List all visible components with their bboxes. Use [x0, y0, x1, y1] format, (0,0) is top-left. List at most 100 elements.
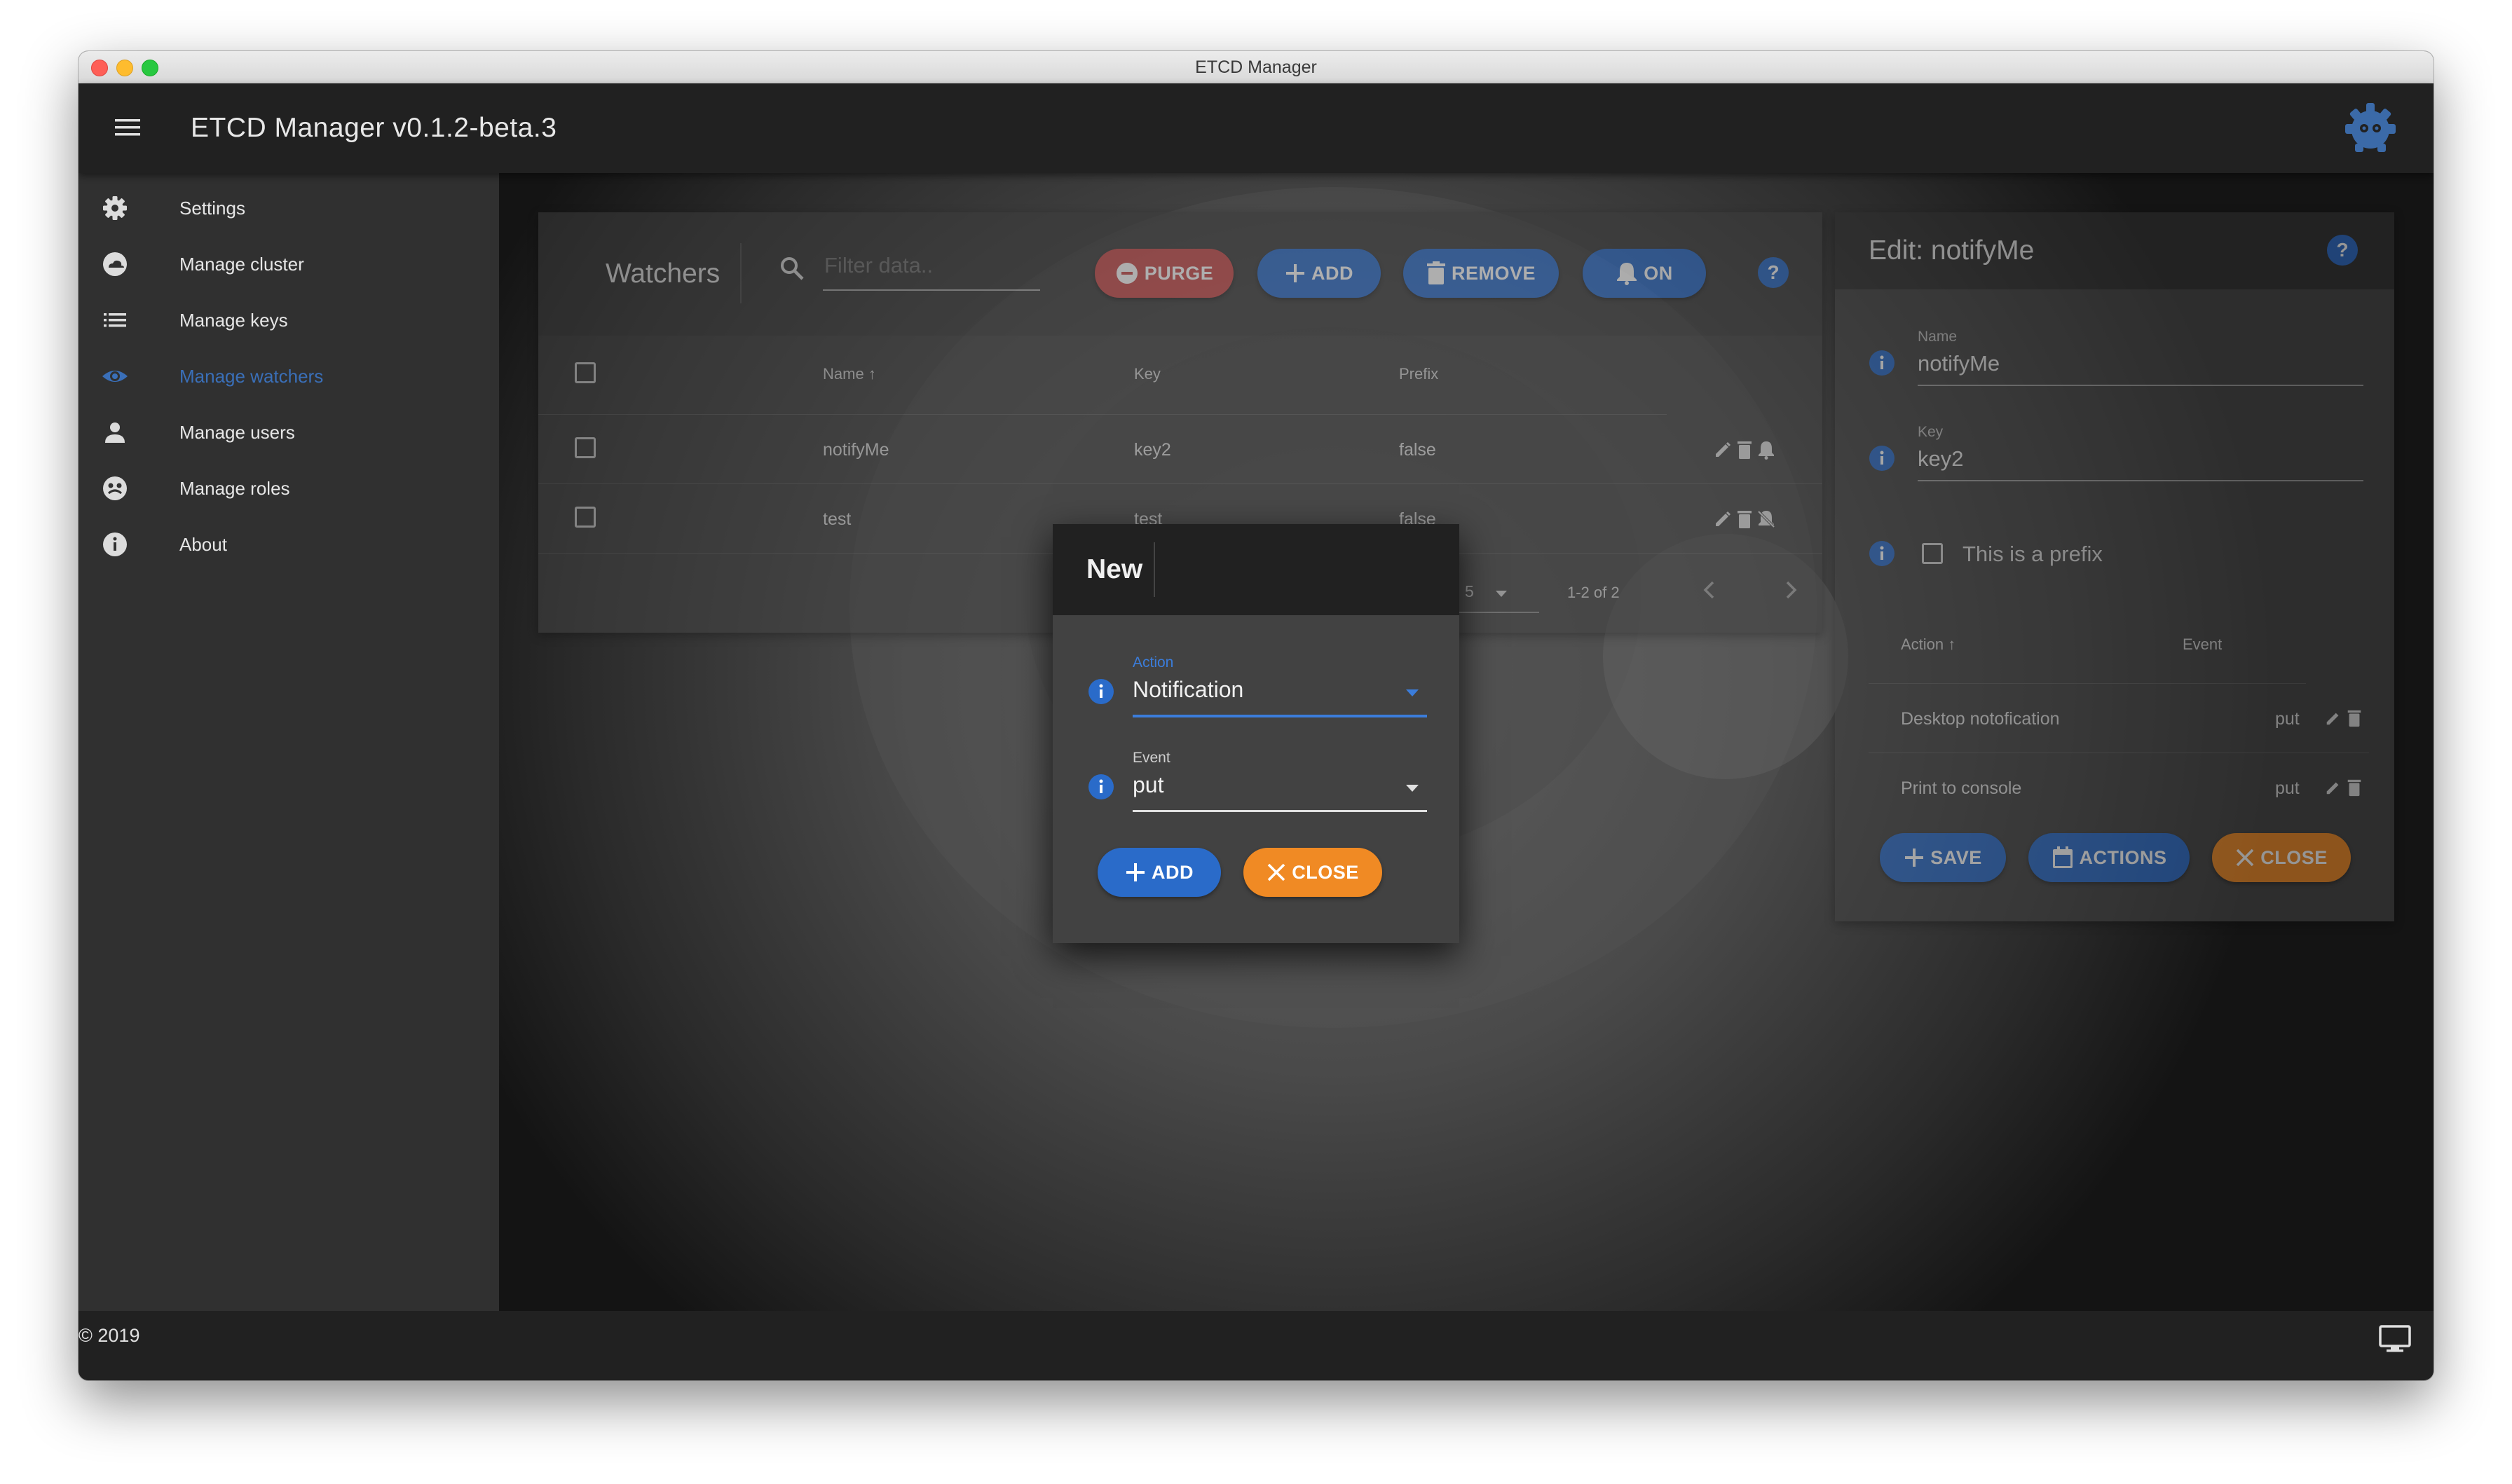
previous-page-icon[interactable]	[1698, 578, 1721, 602]
column-header-name[interactable]: Name ↑	[823, 365, 876, 383]
event-label: Event	[1133, 750, 1170, 766]
purge-button[interactable]: PURGE	[1095, 249, 1234, 298]
bell-icon[interactable]	[1756, 440, 1776, 460]
action-select-value: Notification	[1133, 677, 1244, 702]
name-label: Name	[1918, 329, 1958, 345]
minus-circle-icon	[1116, 263, 1138, 284]
save-label: SAVE	[1930, 846, 1982, 868]
row-checkbox[interactable]	[575, 437, 596, 458]
edit-pencil-icon[interactable]	[1713, 509, 1733, 529]
row-action: Print to console	[1901, 778, 2022, 798]
dialog-close-button[interactable]: CLOSE	[1243, 848, 1382, 897]
new-action-dialog: New Action Notification Event put ADD CL…	[1053, 524, 1459, 943]
table-row[interactable]: Desktop notofication put	[1869, 684, 2369, 753]
actions-label: ACTIONS	[2079, 846, 2167, 868]
prefix-checkbox[interactable]	[1922, 543, 1943, 564]
person-icon	[101, 418, 129, 446]
select-all-checkbox[interactable]	[575, 362, 596, 383]
delete-trash-icon[interactable]	[1737, 509, 1752, 529]
sidebar-item-settings[interactable]: Settings	[78, 180, 499, 236]
sidebar-item-about[interactable]: About	[78, 516, 499, 572]
trash-icon	[1426, 261, 1445, 284]
row-action: Desktop notofication	[1901, 709, 2060, 729]
sidebar-item-manage-roles[interactable]: Manage roles	[78, 460, 499, 516]
column-header-key[interactable]: Key	[1134, 365, 1161, 383]
add-label: ADD	[1311, 262, 1353, 284]
filter-input[interactable]	[823, 249, 1036, 282]
bell-off-icon[interactable]	[1756, 509, 1776, 529]
row-checkbox[interactable]	[575, 507, 596, 528]
column-header-action[interactable]: Action ↑	[1901, 635, 1955, 654]
column-header-prefix[interactable]: Prefix	[1399, 365, 1438, 383]
edit-pencil-icon[interactable]	[2324, 709, 2342, 727]
help-icon[interactable]: ?	[1756, 256, 1790, 289]
cloud-icon	[101, 250, 129, 278]
action-label: Action	[1133, 654, 1174, 671]
sidebar-item-manage-cluster[interactable]: Manage cluster	[78, 236, 499, 292]
help-icon[interactable]: ?	[2326, 233, 2359, 267]
rows-per-page-select[interactable]: 5	[1459, 577, 1539, 613]
close-label: CLOSE	[2260, 846, 2328, 868]
sidebar-item-manage-keys[interactable]: Manage keys	[78, 292, 499, 348]
column-header-event[interactable]: Event	[2183, 635, 2222, 654]
row-name: test	[823, 509, 852, 529]
edit-pencil-icon[interactable]	[2324, 778, 2342, 797]
next-page-icon[interactable]	[1779, 578, 1803, 602]
action-underline	[1133, 715, 1427, 717]
menu-icon[interactable]	[114, 114, 142, 142]
sidebar-item-label: Settings	[179, 198, 245, 219]
dialog-header: New	[1053, 524, 1459, 615]
sidebar-item-manage-watchers[interactable]: Manage watchers	[78, 348, 499, 404]
save-button[interactable]: SAVE	[1880, 833, 2006, 882]
remove-watcher-button[interactable]: REMOVE	[1403, 249, 1559, 298]
search-icon	[778, 254, 806, 282]
remove-label: REMOVE	[1451, 262, 1536, 284]
list-icon	[101, 306, 129, 334]
edit-pencil-icon[interactable]	[1713, 440, 1733, 460]
delete-trash-icon[interactable]	[2347, 778, 2362, 797]
row-event: put	[2275, 709, 2300, 729]
monitor-icon[interactable]	[2379, 1325, 2411, 1353]
purge-label: PURGE	[1144, 262, 1214, 284]
footer: © 2019	[78, 1311, 2434, 1380]
info-icon	[101, 530, 129, 558]
event-select[interactable]: put	[1133, 768, 1427, 809]
info-icon	[1088, 774, 1114, 800]
edit-header: Edit: notifyMe ?	[1835, 212, 2394, 289]
event-select-value: put	[1133, 772, 1164, 797]
dialog-add-label: ADD	[1152, 861, 1194, 883]
table-row[interactable]: notifyMe key2 false	[538, 415, 1822, 483]
bell-icon	[1617, 263, 1637, 285]
eye-icon	[101, 362, 129, 390]
pagination-range: 1-2 of 2	[1567, 584, 1620, 601]
actions-button[interactable]: ACTIONS	[2028, 833, 2190, 882]
sidebar-item-manage-users[interactable]: Manage users	[78, 404, 499, 460]
name-field[interactable]: notifyMe	[1918, 351, 2000, 376]
add-watcher-button[interactable]: ADD	[1257, 249, 1381, 298]
action-select[interactable]: Notification	[1133, 673, 1427, 713]
key-label: Key	[1918, 424, 1944, 440]
dialog-add-button[interactable]: ADD	[1098, 848, 1221, 897]
info-icon	[1869, 350, 1895, 376]
sort-arrow-up-icon: ↑	[868, 365, 876, 383]
info-icon	[1088, 678, 1114, 705]
roles-icon	[101, 474, 129, 502]
delete-trash-icon[interactable]	[1737, 440, 1752, 460]
window-title: ETCD Manager	[1195, 57, 1317, 77]
plus-icon	[1126, 863, 1145, 881]
toolbar-divider	[740, 243, 742, 303]
table-row[interactable]: Print to console put	[1869, 753, 2369, 822]
delete-trash-icon[interactable]	[2347, 709, 2362, 727]
watchers-on-button[interactable]: ON	[1583, 249, 1706, 298]
close-edit-button[interactable]: CLOSE	[2212, 833, 2351, 882]
sidebar-item-label: Manage users	[179, 422, 295, 443]
edit-watcher-card: Edit: notifyMe ? Name notifyMe Key key2	[1835, 212, 2394, 921]
app-bar: ETCD Manager v0.1.2-beta.3	[78, 83, 2434, 173]
app-title: ETCD Manager v0.1.2-beta.3	[191, 113, 557, 143]
row-key: key2	[1134, 440, 1171, 460]
sidebar-item-label: About	[179, 534, 227, 555]
close-icon	[1267, 863, 1285, 881]
dropdown-arrow-icon	[1496, 591, 1507, 597]
dialog-close-label: CLOSE	[1292, 861, 1359, 883]
key-field[interactable]: key2	[1918, 446, 1963, 472]
